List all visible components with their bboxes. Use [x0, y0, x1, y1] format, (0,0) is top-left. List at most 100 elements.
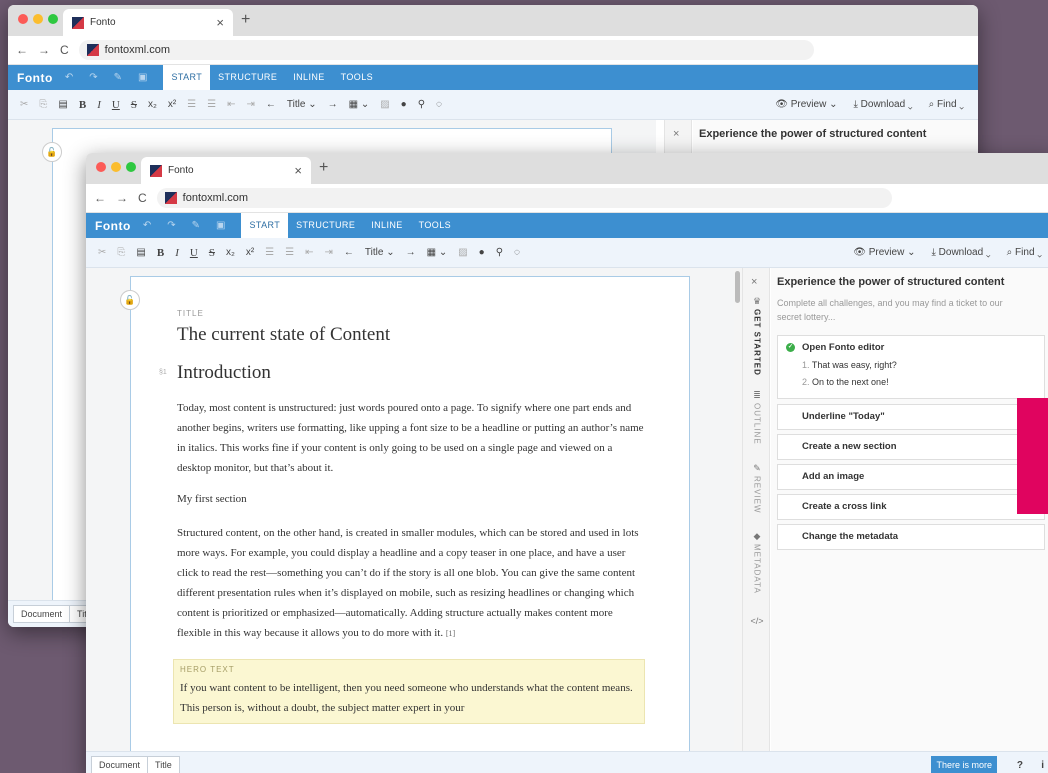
browser-tab[interactable]: Fonto × — [141, 157, 311, 184]
copy-icon[interactable]: ⎘ — [39, 99, 47, 110]
lock-icon[interactable]: 🔓 — [42, 142, 62, 162]
info-icon[interactable]: i — [1041, 760, 1044, 771]
strikethrough-button[interactable]: S — [209, 247, 215, 259]
tab-inline[interactable]: INLINE — [285, 65, 332, 90]
underline-button[interactable]: U — [112, 99, 120, 111]
forward-arrow-icon[interactable]: → — [116, 191, 128, 205]
challenge-card[interactable]: Underline "Today" — [777, 404, 1045, 430]
undo-icon[interactable]: ↶ — [65, 72, 73, 83]
tab-close-icon[interactable]: × — [216, 15, 224, 30]
comment-icon[interactable]: ◌ — [514, 247, 520, 258]
tab-tools[interactable]: TOOLS — [411, 213, 459, 238]
superscript-button[interactable]: x² — [168, 99, 176, 110]
back-arrow-icon[interactable]: ← — [94, 191, 106, 205]
outdent-icon[interactable]: ⇤ — [227, 99, 235, 110]
clear-format-icon[interactable]: ✎ — [192, 220, 200, 231]
paragraph[interactable]: Structured content, on the other hand, i… — [177, 523, 645, 644]
arrow-left-icon[interactable]: ← — [344, 247, 354, 258]
reload-icon[interactable]: C — [60, 43, 69, 57]
link-icon[interactable]: ⚲ — [418, 99, 425, 110]
browser-tab[interactable]: Fonto × — [63, 9, 233, 36]
tab-close-icon[interactable]: × — [294, 163, 302, 178]
challenge-card[interactable]: Change the metadata — [777, 524, 1045, 550]
hero-text-block[interactable]: HERO TEXT If you want content to be inte… — [173, 659, 645, 724]
title-dropdown[interactable]: Title ⌄ — [365, 247, 395, 258]
comment-icon[interactable]: ◌ — [436, 99, 442, 110]
save-icon[interactable]: ▣ — [138, 72, 147, 83]
globe-icon[interactable]: ● — [479, 247, 485, 258]
breadcrumb-title[interactable]: Title — [147, 756, 180, 773]
challenge-card[interactable]: Add an image — [777, 464, 1045, 490]
arrow-right-icon[interactable]: → — [406, 247, 416, 258]
breadcrumb-document[interactable]: Document — [91, 756, 149, 773]
url-field[interactable]: fontoxml.com — [156, 188, 892, 208]
outdent-icon[interactable]: ⇤ — [305, 247, 313, 258]
bold-button[interactable]: B — [79, 99, 86, 111]
undo-icon[interactable]: ↶ — [143, 220, 151, 231]
find-button[interactable]: ⌕ Find ⌄ — [929, 99, 964, 110]
reload-icon[interactable]: C — [138, 191, 147, 205]
image-icon[interactable]: ▨ — [380, 99, 389, 110]
preview-button[interactable]: 👁 Preview ⌄ — [853, 247, 915, 258]
download-button[interactable]: ⤓ Download ⌄ — [931, 247, 990, 258]
title-dropdown[interactable]: Title ⌄ — [287, 99, 317, 110]
tab-structure[interactable]: STRUCTURE — [288, 213, 363, 238]
table-icon[interactable]: ▦ ⌄ — [427, 247, 448, 258]
tab-get-started[interactable]: ♛ GET STARTED — [743, 296, 771, 376]
numbered-list-icon[interactable]: ☰ — [207, 99, 216, 110]
subsection-title[interactable]: My first section — [177, 493, 645, 505]
tab-structure[interactable]: STRUCTURE — [210, 65, 285, 90]
subscript-button[interactable]: x₂ — [148, 99, 157, 110]
link-icon[interactable]: ⚲ — [496, 247, 503, 258]
bullet-list-icon[interactable]: ☰ — [265, 247, 274, 258]
new-tab-button[interactable]: + — [241, 11, 250, 29]
paste-icon[interactable]: ▤ — [58, 99, 67, 110]
save-icon[interactable]: ▣ — [216, 220, 225, 231]
copy-icon[interactable]: ⎘ — [117, 247, 125, 258]
globe-icon[interactable]: ● — [401, 99, 407, 110]
challenge-card[interactable]: Create a new section — [777, 434, 1045, 460]
paste-icon[interactable]: ▤ — [136, 247, 145, 258]
italic-button[interactable]: I — [175, 247, 179, 259]
new-tab-button[interactable]: + — [319, 159, 328, 177]
section-heading[interactable]: §1 Introduction — [159, 362, 645, 384]
download-button[interactable]: ⤓ Download ⌄ — [853, 99, 912, 110]
image-icon[interactable]: ▨ — [458, 247, 467, 258]
superscript-button[interactable]: x² — [246, 247, 254, 258]
cut-icon[interactable]: ✂ — [98, 247, 106, 258]
strikethrough-button[interactable]: S — [131, 99, 137, 111]
forward-arrow-icon[interactable]: → — [38, 43, 50, 57]
underline-button[interactable]: U — [190, 247, 198, 259]
tab-metadata[interactable]: ◆ METADATA — [743, 531, 771, 594]
cut-icon[interactable]: ✂ — [20, 99, 28, 110]
bullet-list-icon[interactable]: ☰ — [187, 99, 196, 110]
bold-button[interactable]: B — [157, 247, 164, 259]
close-window-button[interactable] — [18, 14, 28, 24]
challenge-card-open-editor[interactable]: ✓ Open Fonto editor 1. That was easy, ri… — [777, 335, 1045, 399]
footnote-reference[interactable]: [1] — [446, 629, 455, 638]
preview-button[interactable]: 👁 Preview ⌄ — [775, 99, 837, 110]
tab-review[interactable]: ✎ REVIEW — [743, 463, 771, 514]
tab-code[interactable]: </> — [743, 616, 771, 628]
document-scrollbar[interactable] — [734, 268, 742, 751]
italic-button[interactable]: I — [97, 99, 101, 111]
document-page[interactable]: TITLE The current state of Content §1 In… — [130, 276, 690, 751]
find-button[interactable]: ⌕ Find ⌄ — [1007, 247, 1042, 258]
indent-icon[interactable]: ⇥ — [247, 99, 255, 110]
tab-start[interactable]: START — [163, 65, 211, 90]
minimize-window-button[interactable] — [111, 162, 121, 172]
sidebar-close-icon[interactable]: × — [673, 128, 679, 140]
maximize-window-button[interactable] — [48, 14, 58, 24]
breadcrumb-document[interactable]: Document — [13, 605, 71, 623]
help-icon[interactable]: ? — [1017, 760, 1023, 771]
minimize-window-button[interactable] — [33, 14, 43, 24]
hero-paragraph[interactable]: If you want content to be intelligent, t… — [180, 678, 638, 718]
tab-tools[interactable]: TOOLS — [333, 65, 381, 90]
paragraph[interactable]: Today, most content is unstructured: jus… — [177, 398, 645, 478]
tab-outline[interactable]: ≣ OUTLINE — [743, 390, 771, 445]
back-arrow-icon[interactable]: ← — [16, 43, 28, 57]
tab-start[interactable]: START — [241, 213, 289, 238]
scrollbar-thumb[interactable] — [735, 271, 740, 303]
challenge-card[interactable]: Create a cross link — [777, 494, 1045, 520]
subscript-button[interactable]: x₂ — [226, 247, 235, 258]
